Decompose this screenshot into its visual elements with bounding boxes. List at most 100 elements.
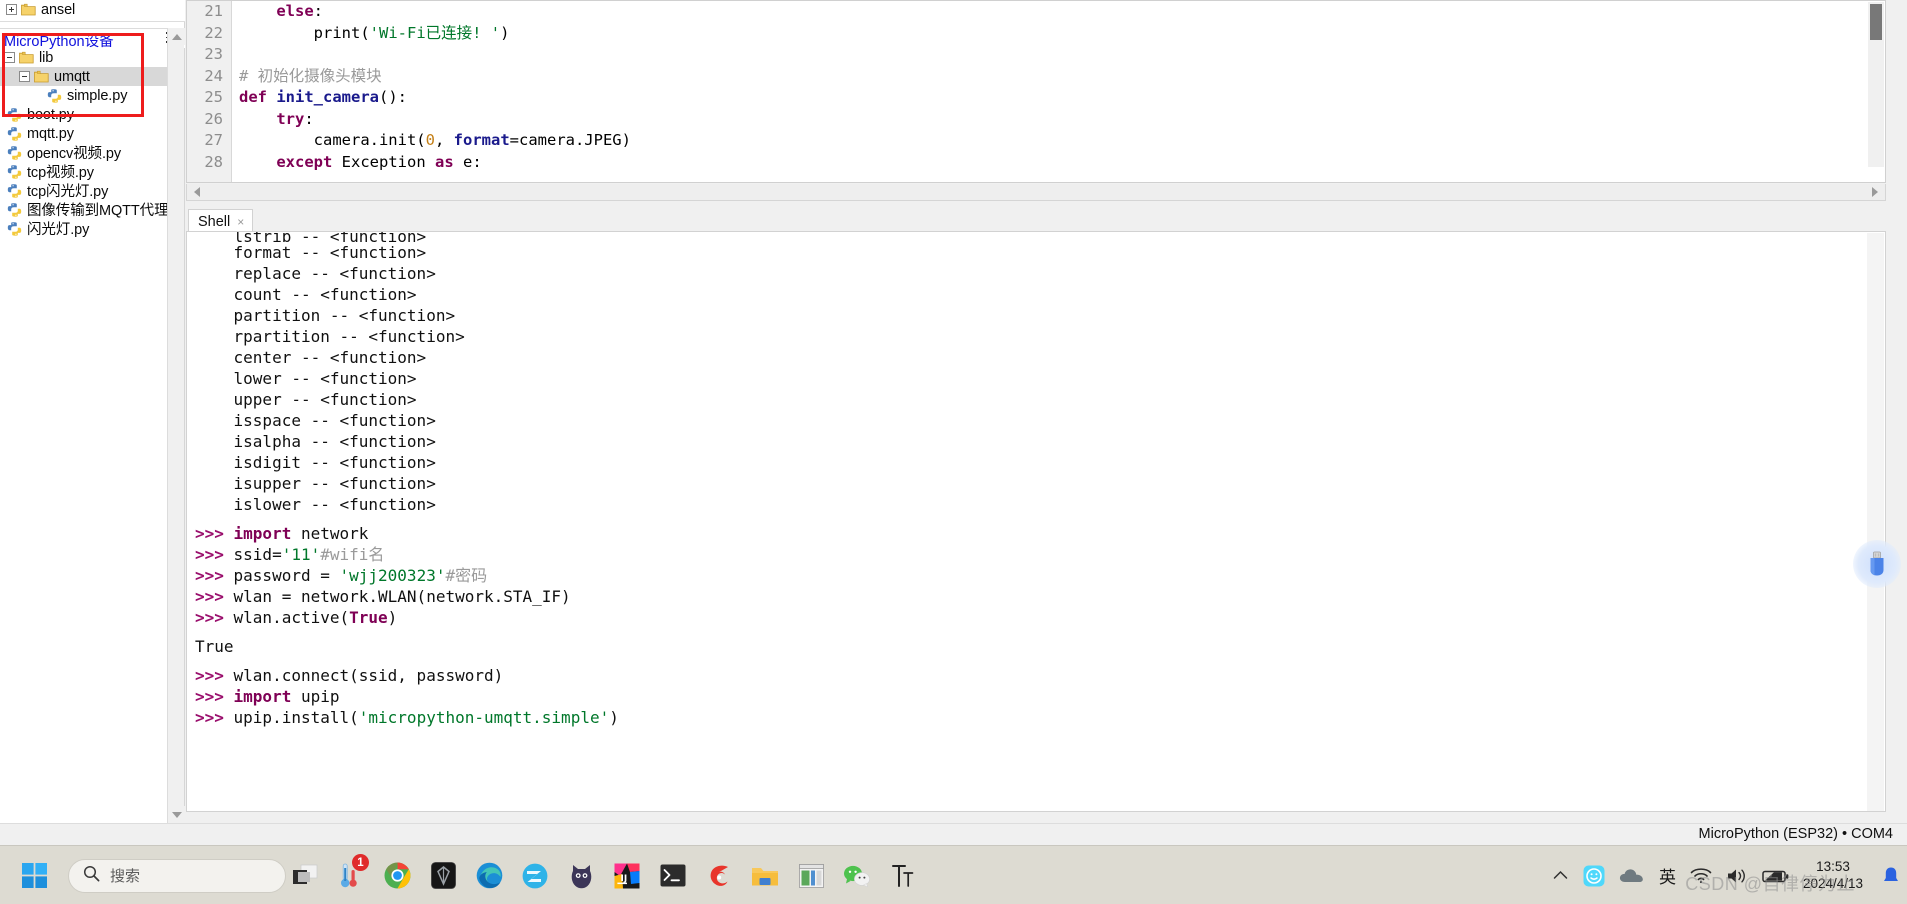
shell-input-line: >>> wlan.active(True) bbox=[195, 607, 1865, 628]
micropython-device-header: MicroPython设备 bbox=[0, 28, 185, 50]
shell-prompt: >>> bbox=[195, 587, 234, 606]
folder-icon bbox=[34, 70, 49, 83]
shell-output-pane[interactable]: lstrip -- <function> format -- <function… bbox=[186, 231, 1886, 812]
shell-prompt: >>> bbox=[195, 545, 234, 564]
intellij-idea-icon[interactable]: IJ bbox=[604, 846, 650, 904]
tree-row-umqtt[interactable]: umqtt bbox=[0, 67, 167, 86]
python-file-icon bbox=[7, 126, 22, 141]
search-input[interactable]: 搜索 bbox=[68, 858, 286, 893]
shell-line: isdigit -- <function> bbox=[195, 453, 436, 472]
smiley-app-tray-icon[interactable] bbox=[1576, 846, 1612, 904]
tree-row-boot-py[interactable]: boot.py bbox=[0, 105, 167, 124]
editor-code-text[interactable]: else: print('Wi-Fi已连接! ') # 初始化摄像头模块 def… bbox=[239, 1, 1867, 173]
tree-row-flash-py[interactable]: 闪光灯.py bbox=[0, 219, 167, 238]
editor-horizontal-scrollbar[interactable] bbox=[186, 184, 1886, 201]
font-tool-icon[interactable] bbox=[880, 846, 926, 904]
files-sidebar: ansel MicroPython设备 lib umqtt simple.py … bbox=[0, 0, 185, 823]
expand-toggle-icon[interactable] bbox=[6, 4, 17, 15]
tree-row-ansel[interactable]: ansel bbox=[0, 0, 185, 19]
code-token: #密码 bbox=[445, 566, 488, 585]
collapse-toggle-icon[interactable] bbox=[19, 71, 30, 82]
battery-icon[interactable] bbox=[1755, 846, 1797, 904]
code-token: '11' bbox=[281, 545, 321, 564]
search-placeholder: 搜索 bbox=[110, 868, 141, 885]
interpreter-status-text[interactable]: MicroPython (ESP32) • COM4 bbox=[1699, 826, 1893, 842]
code-token: wlan.connect(ssid, password) bbox=[233, 666, 504, 685]
taskbar-clock[interactable]: 13:53 2024/4/13 bbox=[1797, 859, 1875, 892]
windows-start-icon[interactable] bbox=[14, 855, 56, 897]
file-explorer-icon[interactable] bbox=[742, 846, 788, 904]
tree-row-simple-py[interactable]: simple.py bbox=[0, 86, 167, 105]
microsoft-edge-icon[interactable] bbox=[466, 846, 512, 904]
editor-vertical-scrollbar[interactable] bbox=[1868, 2, 1884, 167]
python-file-icon bbox=[7, 145, 22, 160]
tree-row-tcp-flash-py[interactable]: tcp闪光灯.py bbox=[0, 181, 167, 200]
scroll-down-arrow-icon[interactable] bbox=[168, 806, 185, 823]
code-token: ) bbox=[387, 608, 398, 627]
tree-row-tcp-video-py[interactable]: tcp视频.py bbox=[0, 162, 167, 181]
code-line: print('Wi-Fi已连接! ') bbox=[239, 23, 1867, 45]
tree-row-mqtt-py[interactable]: mqtt.py bbox=[0, 124, 167, 143]
shell-input-line: >>> wlan = network.WLAN(network.STA_IF) bbox=[195, 586, 1865, 607]
search-icon bbox=[83, 865, 100, 887]
folder-icon bbox=[21, 3, 36, 16]
code-token: except bbox=[276, 152, 333, 171]
shell-input-line: >>> ssid='11'#wifi名 bbox=[195, 544, 1865, 565]
ime-language-indicator[interactable]: 英 bbox=[1652, 846, 1683, 904]
tree-row-lib[interactable]: lib bbox=[0, 48, 167, 67]
volume-icon[interactable] bbox=[1719, 846, 1755, 904]
line-number: 24 bbox=[204, 66, 223, 85]
shell-vertical-scrollbar[interactable] bbox=[1867, 233, 1884, 811]
thonny-icon[interactable] bbox=[696, 846, 742, 904]
close-icon[interactable]: × bbox=[237, 215, 244, 229]
tree-item-label: tcp闪光灯.py bbox=[27, 184, 109, 200]
tree-row-image-to-mqtt[interactable]: 图像传输到MQTT代理 bbox=[0, 200, 169, 219]
code-token: password = bbox=[233, 566, 340, 585]
code-line: def init_camera(): bbox=[239, 87, 1867, 109]
presentation-app-icon[interactable] bbox=[788, 846, 834, 904]
show-hidden-icons-chevron[interactable] bbox=[1546, 846, 1576, 904]
edge-dev-icon[interactable] bbox=[512, 846, 558, 904]
tree-row-opencv-video-py[interactable]: opencv视频.py bbox=[0, 143, 167, 162]
shell-prompt: >>> bbox=[195, 666, 234, 685]
scroll-right-arrow-icon[interactable] bbox=[1867, 184, 1883, 199]
google-chrome-icon[interactable] bbox=[374, 846, 420, 904]
shell-prompt: >>> bbox=[195, 566, 234, 585]
shell-blank-line bbox=[195, 515, 1865, 523]
collapse-toggle-icon[interactable] bbox=[4, 52, 15, 63]
shell-line: isspace -- <function> bbox=[195, 411, 436, 430]
code-editor-pane[interactable]: 21 22 23 24 25 26 27 28 else: print('Wi-… bbox=[186, 0, 1886, 183]
sidebar-scrollbar[interactable] bbox=[167, 28, 185, 823]
thonny-status-bar: MicroPython (ESP32) • COM4 bbox=[0, 823, 1907, 845]
code-token: wlan = network.WLAN(network.STA_IF) bbox=[233, 587, 571, 606]
terminal-icon[interactable] bbox=[650, 846, 696, 904]
task-view-icon[interactable] bbox=[282, 846, 328, 904]
scroll-up-arrow-icon[interactable] bbox=[168, 28, 185, 45]
tree-item-label: mqtt.py bbox=[27, 125, 74, 142]
screen-root: ansel MicroPython设备 lib umqtt simple.py … bbox=[0, 0, 1907, 904]
code-token: ) bbox=[500, 23, 510, 42]
code-token: Exception bbox=[332, 152, 435, 171]
thermometer-app-icon[interactable]: 1 bbox=[328, 846, 374, 904]
cat-app-icon[interactable] bbox=[558, 846, 604, 904]
line-number: 28 bbox=[204, 152, 223, 171]
shell-line: lstrip -- <function> bbox=[195, 232, 427, 242]
taskbar-left-cluster: 搜索 bbox=[0, 846, 286, 904]
line-number: 22 bbox=[204, 23, 223, 42]
tree-item-label: boot.py bbox=[27, 106, 74, 123]
editor-scroll-thumb[interactable] bbox=[1870, 4, 1882, 40]
onedrive-cloud-icon[interactable] bbox=[1612, 846, 1652, 904]
shell-prompt: >>> bbox=[195, 524, 234, 543]
code-token: (): bbox=[379, 88, 407, 106]
line-number: 27 bbox=[204, 131, 223, 149]
tab-shell[interactable]: Shell × bbox=[188, 209, 254, 232]
scroll-left-arrow-icon[interactable] bbox=[189, 184, 205, 199]
tree-item-label: opencv视频.py bbox=[27, 146, 121, 162]
wechat-icon[interactable] bbox=[834, 846, 880, 904]
dark-shield-app-icon[interactable] bbox=[420, 846, 466, 904]
wifi-icon[interactable] bbox=[1683, 846, 1719, 904]
editor-line-number-gutter: 21 22 23 24 25 26 27 28 bbox=[187, 1, 232, 182]
code-token: wlan.active( bbox=[233, 608, 350, 627]
notification-bell-icon[interactable] bbox=[1875, 846, 1907, 904]
